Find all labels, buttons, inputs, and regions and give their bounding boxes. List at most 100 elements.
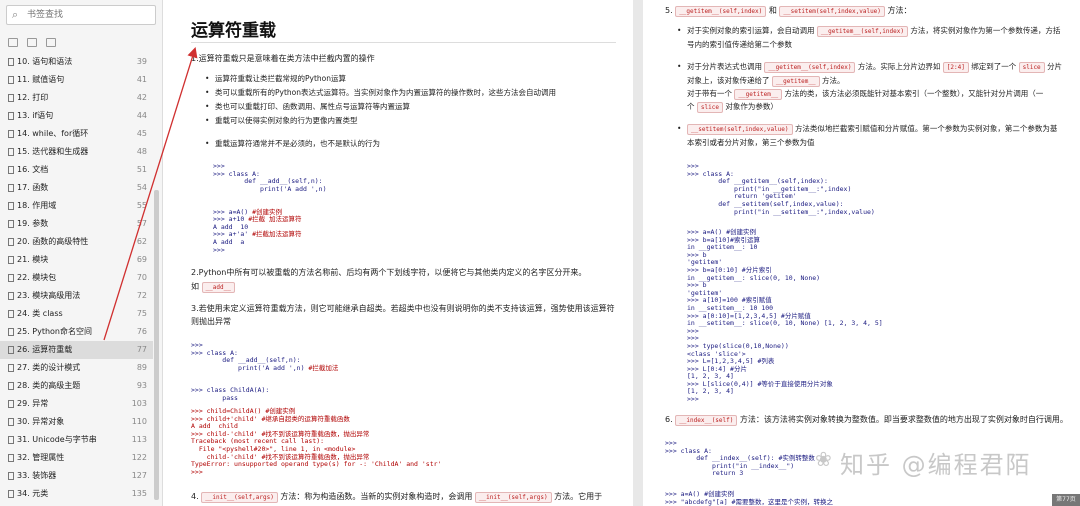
bookmark-page-number: 45 [136, 129, 147, 138]
search-icon: ⌕ [12, 8, 19, 21]
document-icon [8, 76, 14, 84]
document-icon [8, 310, 14, 318]
bookmark-page-number: 122 [131, 453, 147, 462]
bookmark-page-number: 69 [136, 255, 147, 264]
bookmark-label: 19. 参数 [17, 219, 49, 228]
bookmark-page-number: 76 [136, 327, 147, 336]
code-block: >>> a=A() #创建实例 >>> "abcdefg"[a] #需要整数，这… [665, 490, 833, 506]
sidebar-bookmark-item[interactable]: 32. 管理属性 122 [0, 449, 153, 467]
collapse-all-icon[interactable] [27, 38, 38, 47]
sidebar-bookmark-item[interactable]: 31. Unicode与字节串 113 [0, 431, 153, 449]
bookmark-label: 28. 类的高级主题 [17, 381, 81, 390]
sidebar-bookmark-item[interactable]: 13. if语句 44 [0, 107, 153, 125]
bookmark-label: 13. if语句 [17, 111, 54, 120]
watermark: 知乎 @编程君陌 [840, 451, 1032, 479]
sidebar-bookmark-item[interactable]: 22. 模块包 70 [0, 269, 153, 287]
code-block: >>> class ChildA(A): pass [191, 386, 270, 402]
bookmark-page-number: 70 [136, 273, 147, 282]
bookmark-label: 18. 作用域 [17, 201, 57, 210]
bookmark-search-input[interactable] [27, 8, 152, 22]
bookmark-page-number: 54 [136, 183, 147, 192]
bookmark-label: 32. 管理属性 [17, 453, 65, 462]
code-block: >>> >>> class A: def __getitem__(self,in… [687, 162, 875, 216]
document-icon [8, 436, 14, 444]
code-block: >>> >>> class A: def __index__(self): #实… [665, 439, 815, 478]
bookmark-list: 10. 语句和语法 39 11. 赋值语句 41 12. 打印 42 13. if语句 44 1… [0, 53, 153, 506]
sidebar-bookmark-item[interactable]: 26. 运算符重载 77 [0, 341, 153, 359]
sidebar-bookmark-item[interactable]: 15. 迭代器和生成器 48 [0, 143, 153, 161]
page-indicator: 第77页 [1052, 494, 1080, 506]
bookmark-page-number: 127 [131, 471, 147, 480]
document-icon [8, 346, 14, 354]
section-3-text: 3.若使用未定义运算符重载方法，则它可能继承自超类。若超类中也没有则说明你的类不… [191, 304, 615, 326]
bookmark-page-number: 110 [131, 417, 147, 426]
bookmark-page-number: 57 [136, 219, 147, 228]
bullet-item: 对于实例对象的索引运算，会自动调用 __getitem__(self,index… [677, 25, 1077, 37]
bookmark-page-number: 42 [136, 93, 147, 102]
sidebar-bookmark-item[interactable]: 24. 类 class 75 [0, 305, 153, 323]
sidebar-bookmark-item[interactable]: 10. 语句和语法 39 [0, 53, 153, 71]
document-icon [8, 490, 14, 498]
sidebar-bookmark-item[interactable]: 33. 装饰器 127 [0, 467, 153, 485]
sidebar-bookmark-item[interactable]: 12. 打印 42 [0, 89, 153, 107]
bookmark-label: 31. Unicode与字节串 [17, 435, 97, 444]
sidebar-bookmark-item[interactable]: 30. 异常对象 110 [0, 413, 153, 431]
title-divider [191, 42, 616, 43]
document-icon [8, 148, 14, 156]
sidebar-bookmark-item[interactable]: 28. 类的高级主题 93 [0, 377, 153, 395]
sidebar-bookmark-item[interactable]: 19. 参数 57 [0, 215, 153, 233]
sidebar-bookmark-item[interactable]: 14. while、for循环 45 [0, 125, 153, 143]
bookmark-page-number: 93 [136, 381, 147, 390]
bullet-continuation: 本索引或者分片对象，第三个参数为值 [687, 138, 815, 147]
bookmark-label: 25. Python命名空间 [17, 327, 92, 336]
sidebar-bookmark-item[interactable]: 27. 类的设计模式 89 [0, 359, 153, 377]
document-icon [8, 58, 14, 66]
bookmark-page-number: 51 [136, 165, 147, 174]
bullet-continuation: 对于带有一个 __getitem__ 方法的类，该方法必须既能针对基本索引（一个… [687, 89, 1044, 100]
document-icon [8, 256, 14, 264]
add-bookmark-icon[interactable] [46, 38, 57, 47]
code-block-error: >>> child=ChildA() #创建实例 >>> child+'chil… [191, 407, 442, 476]
bookmark-page-number: 75 [136, 309, 147, 318]
sidebar-bookmark-item[interactable]: 25. Python命名空间 76 [0, 323, 153, 341]
sidebar-bookmark-item[interactable]: 34. 元类 135 [0, 485, 153, 503]
sidebar-bookmark-item[interactable]: 21. 模块 69 [0, 251, 153, 269]
section-6-heading: 6. __index__(self) 方法：该方法将实例对象转换为整数值。即当要… [665, 415, 1068, 426]
bookmark-label: 23. 模块高级用法 [17, 291, 81, 300]
sidebar-bookmark-item[interactable]: 18. 作用域 55 [0, 197, 153, 215]
bullet-item: 对于分片表达式也调用 __getitem__(self,index) 方法。实际… [677, 61, 1077, 73]
sidebar-bookmark-item[interactable]: 23. 模块高级用法 72 [0, 287, 153, 305]
code-block: >>> a=A() #创建实例 >>> b=a[10]#索引运算 in __ge… [687, 228, 883, 404]
section-5-heading: 5. __getitem__(self,index) 和 __setitem(s… [665, 6, 912, 17]
expand-all-icon[interactable] [8, 38, 18, 47]
sidebar-bookmark-item[interactable]: 29. 异常 103 [0, 395, 153, 413]
bookmark-label: 22. 模块包 [17, 273, 57, 282]
document-icon [8, 184, 14, 192]
page-title: 运算符重载 [191, 21, 276, 41]
sidebar-bookmark-item[interactable]: 16. 文档 51 [0, 161, 153, 179]
bookmark-page-number: 41 [136, 75, 147, 84]
document-page-right: 5. __getitem__(self,index) 和 __setitem(s… [643, 0, 1080, 506]
document-icon [8, 238, 14, 246]
page-gap [633, 0, 643, 506]
document-page-left: 运算符重载 1.运算符重载只是意味着在类方法中拦截内置的操作 运算符重载让类拦截… [163, 0, 633, 506]
sidebar-scrollbar[interactable] [154, 190, 159, 500]
bookmark-label: 34. 元类 [17, 489, 49, 498]
sidebar-bookmark-item[interactable]: 11. 赋值语句 41 [0, 71, 153, 89]
section-1-text: 1.运算符重载只是意味着在类方法中拦截内置的操作 [191, 54, 375, 63]
code-block: >>> >>> class A: def __add__(self,n): pr… [191, 341, 339, 372]
sidebar-bookmark-item[interactable]: 17. 函数 54 [0, 179, 153, 197]
bookmark-search-box[interactable]: ⌕ [6, 5, 156, 25]
bookmark-label: 16. 文档 [17, 165, 49, 174]
sidebar-bookmark-item[interactable]: 20. 函数的高级特性 62 [0, 233, 153, 251]
bullet-item: 重载可以使得实例对象的行为更像内置类型 [205, 115, 357, 127]
bookmark-page-number: 72 [136, 291, 147, 300]
document-icon [8, 112, 14, 120]
code-line: A add a >>> [213, 238, 245, 254]
bookmark-label: 15. 迭代器和生成器 [17, 147, 89, 156]
bookmark-page-number: 113 [131, 435, 147, 444]
bullet-item: 重载运算符通常并不是必须的，也不是默认的行为 [205, 138, 380, 150]
bookmark-label: 33. 装饰器 [17, 471, 57, 480]
bookmark-label: 17. 函数 [17, 183, 49, 192]
bookmark-sidebar: ⌕ 10. 语句和语法 39 11. 赋值语句 41 12. 打印 42 13. if语句 4… [0, 0, 163, 506]
